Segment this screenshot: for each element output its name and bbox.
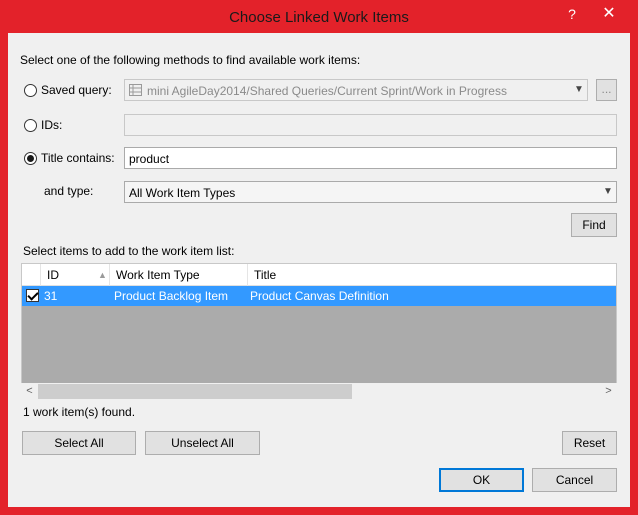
reset-button[interactable]: Reset — [562, 431, 617, 455]
select-all-button[interactable]: Select All — [22, 431, 136, 455]
table-row[interactable]: 31 Product Backlog Item Product Canvas D… — [22, 286, 616, 306]
saved-query-value: mini AgileDay2014/Shared Queries/Current… — [147, 84, 507, 98]
find-button[interactable]: Find — [571, 213, 617, 237]
saved-query-label: Saved query: — [41, 83, 112, 97]
list-header: ID ▲ Work Item Type Title — [22, 264, 616, 286]
query-list-icon — [129, 84, 142, 96]
horizontal-scrollbar[interactable]: < > — [21, 383, 617, 400]
column-header-id[interactable]: ID ▲ — [41, 264, 110, 286]
row-checkbox[interactable] — [26, 289, 39, 302]
column-id-label: ID — [47, 268, 59, 282]
row-type: Product Backlog Item — [114, 289, 229, 303]
title-bar[interactable]: Choose Linked Work Items ? ✕ — [0, 0, 638, 33]
title-contains-value: product — [129, 152, 170, 166]
unselect-all-button[interactable]: Unselect All — [145, 431, 260, 455]
dialog-body: Select one of the following methods to f… — [8, 33, 630, 507]
column-header-title[interactable]: Title — [248, 264, 616, 286]
chevron-down-icon: ▼ — [574, 84, 584, 95]
results-list[interactable]: ID ▲ Work Item Type Title 31 Product Bac… — [21, 263, 617, 399]
window-title: Choose Linked Work Items — [229, 9, 409, 26]
ok-button[interactable]: OK — [439, 468, 524, 492]
type-value: All Work Item Types — [129, 186, 236, 200]
saved-query-radio[interactable] — [24, 84, 37, 97]
type-label: and type: — [44, 184, 94, 198]
help-button[interactable]: ? — [563, 4, 581, 24]
browse-query-button[interactable]: ... — [596, 79, 617, 101]
ids-radio[interactable] — [24, 119, 37, 132]
chevron-down-icon: ▼ — [603, 186, 613, 197]
ids-label: IDs: — [41, 118, 63, 132]
scroll-right-icon[interactable]: > — [600, 383, 617, 400]
ids-input[interactable] — [124, 114, 617, 136]
row-id: 31 — [44, 289, 58, 303]
close-icon: ✕ — [602, 5, 616, 22]
column-header-type[interactable]: Work Item Type — [110, 264, 248, 286]
title-contains-label: Title contains: — [41, 151, 115, 165]
dialog-window: Choose Linked Work Items ? ✕ Select one … — [0, 0, 638, 515]
sort-ascending-icon: ▲ — [98, 270, 107, 280]
row-title: Product Canvas Definition — [250, 289, 389, 303]
type-dropdown[interactable]: All Work Item Types ▼ — [124, 181, 617, 203]
saved-query-dropdown[interactable]: mini AgileDay2014/Shared Queries/Current… — [124, 79, 588, 101]
title-contains-radio[interactable] — [24, 152, 37, 165]
close-button[interactable]: ✕ — [587, 4, 631, 24]
cancel-button[interactable]: Cancel — [532, 468, 617, 492]
results-instructions: Select items to add to the work item lis… — [23, 244, 235, 258]
column-header-check[interactable] — [22, 264, 41, 286]
results-status: 1 work item(s) found. — [23, 405, 136, 419]
title-contains-input[interactable]: product — [124, 147, 617, 169]
scrollbar-thumb[interactable] — [38, 384, 352, 399]
scroll-left-icon[interactable]: < — [21, 383, 38, 400]
methods-instructions: Select one of the following methods to f… — [20, 53, 361, 67]
